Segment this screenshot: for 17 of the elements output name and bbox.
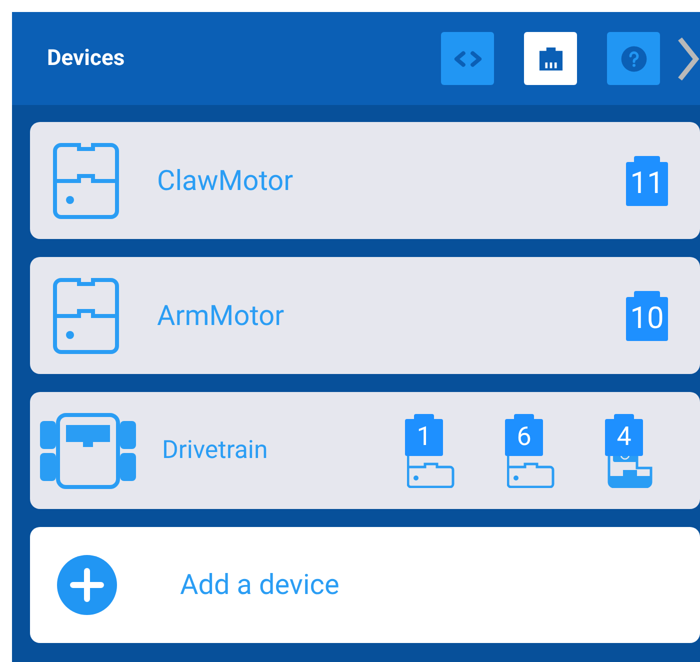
drivetrain-icon	[40, 412, 136, 488]
motor-icon	[53, 142, 119, 218]
panel-title: Devices	[47, 45, 125, 73]
help-tab[interactable]	[607, 32, 660, 85]
add-device-button[interactable]: Add a device	[30, 527, 700, 643]
help-icon	[618, 44, 648, 74]
plus-icon	[57, 555, 117, 615]
device-name: ClawMotor	[157, 162, 294, 198]
chevron-right-icon[interactable]	[676, 34, 700, 82]
device-card[interactable]: Drivetrain 1 6 4	[30, 392, 700, 509]
device-name: Drivetrain	[162, 434, 268, 467]
ports-tab[interactable]	[524, 32, 577, 85]
code-tab[interactable]	[441, 32, 494, 85]
device-card[interactable]: ArmMotor 10	[30, 257, 700, 374]
motor-icon	[53, 278, 119, 354]
device-name: ArmMotor	[157, 298, 284, 334]
device-card[interactable]: ClawMotor 11	[30, 122, 700, 239]
